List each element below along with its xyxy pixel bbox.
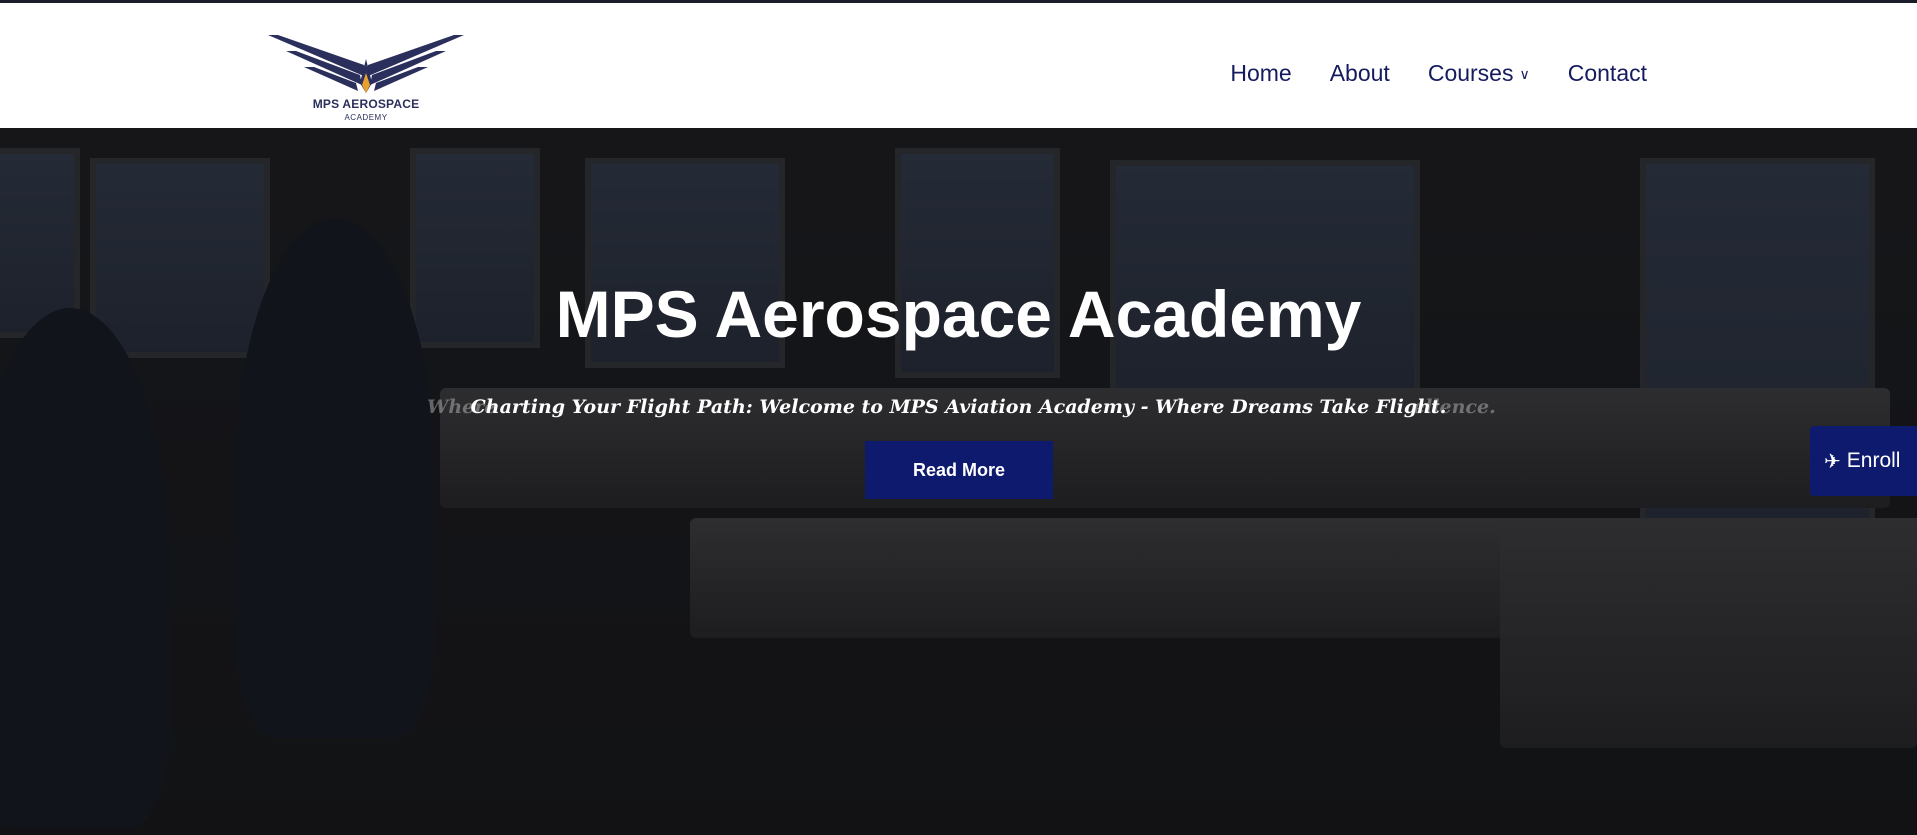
read-more-button[interactable]: Read More (865, 441, 1053, 499)
hero-title: MPS Aerospace Academy (555, 277, 1362, 351)
nav-home[interactable]: Home (1230, 60, 1291, 87)
winged-emblem-icon (268, 35, 464, 93)
enroll-label: Enroll (1846, 449, 1901, 472)
chevron-down-icon: ∨ (1519, 66, 1530, 82)
site-header: MPS AEROSPACE ACADEMY Home About Courses… (0, 3, 1917, 128)
logo-brand-text: MPS AEROSPACE (312, 97, 420, 111)
enroll-button[interactable]: ✈ Enroll (1810, 426, 1917, 496)
nav-home-label: Home (1230, 60, 1292, 86)
nav-courses-label: Courses (1427, 60, 1514, 86)
nav-about[interactable]: About (1330, 60, 1390, 87)
plane-icon: ✈ (1824, 450, 1841, 473)
nav-contact[interactable]: Contact (1568, 60, 1647, 87)
main-nav: Home About Courses ∨ Contact (1230, 60, 1647, 87)
site-logo[interactable]: MPS AEROSPACE ACADEMY (268, 29, 464, 127)
nav-contact-label: Contact (1567, 60, 1647, 86)
nav-courses[interactable]: Courses ∨ (1428, 60, 1530, 87)
hero-tagline: Charting Your Flight Path: Welcome to MP… (470, 396, 1447, 418)
hero-banner: MPS Aerospace Academy Where ellence. Cha… (0, 128, 1917, 835)
nav-about-label: About (1329, 60, 1390, 86)
logo-brand-subtext: ACADEMY (344, 113, 388, 122)
